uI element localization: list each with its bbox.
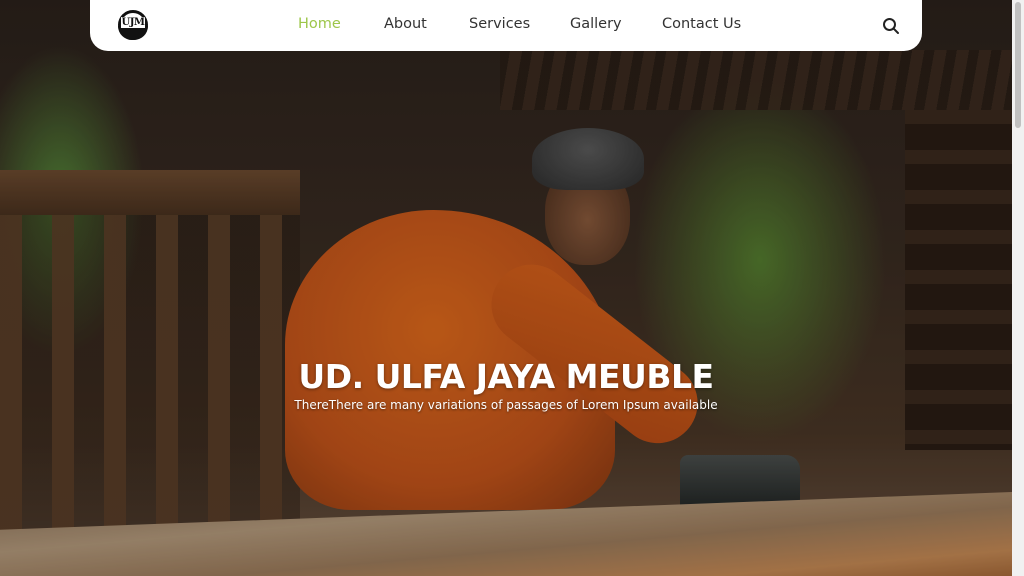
hero-overlay (0, 0, 1012, 576)
nav-gallery[interactable]: Gallery (570, 16, 622, 32)
hero-subtitle: ThereThere are many variations of passag… (294, 398, 718, 412)
nav-about[interactable]: About (384, 16, 427, 32)
page-scrollbar[interactable] (1012, 0, 1024, 576)
logo-text: UJM (121, 17, 145, 28)
search-icon[interactable] (882, 17, 900, 35)
hero-section: UD. ULFA JAYA MEUBLE ThereThere are many… (0, 0, 1012, 576)
scrollbar-thumb[interactable] (1015, 2, 1021, 128)
nav-home[interactable]: Home (298, 16, 341, 32)
nav-services[interactable]: Services (469, 16, 530, 32)
top-navbar: UJM Home About Services Gallery Contact … (90, 0, 922, 51)
hero-title: UD. ULFA JAYA MEUBLE (298, 357, 714, 396)
nav-links: Home About Services Gallery Contact Us (90, 0, 922, 51)
nav-contact-us[interactable]: Contact Us (662, 16, 741, 32)
